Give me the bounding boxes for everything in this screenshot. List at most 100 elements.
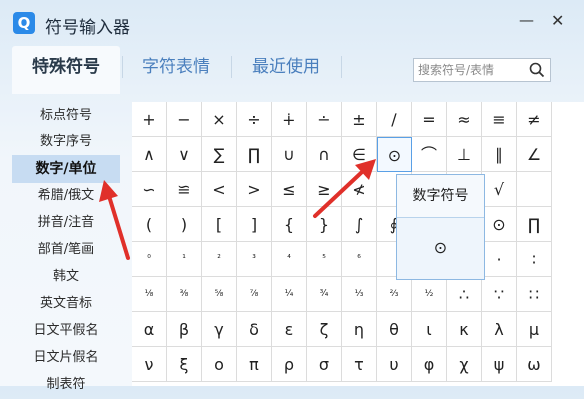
symbol-cell[interactable]: ≌	[167, 172, 202, 207]
symbol-cell[interactable]: [	[202, 207, 237, 242]
minimize-button[interactable]: —	[519, 10, 534, 30]
symbol-cell[interactable]: ≈	[447, 102, 482, 137]
sidebar-item-number-sequence[interactable]: 数字序号	[12, 128, 120, 156]
symbol-cell[interactable]: ν	[132, 347, 167, 382]
close-button[interactable]: ✕	[551, 11, 564, 31]
symbol-cell[interactable]: ∫	[342, 207, 377, 242]
symbol-cell[interactable]: +	[132, 102, 167, 137]
symbol-cell[interactable]: ⅝	[202, 277, 237, 312]
symbol-cell[interactable]: τ	[342, 347, 377, 382]
symbol-cell[interactable]: ∈	[342, 137, 377, 172]
symbol-cell[interactable]: (	[132, 207, 167, 242]
symbol-cell[interactable]	[517, 172, 552, 207]
search-icon[interactable]	[528, 60, 546, 80]
symbol-cell[interactable]: γ	[202, 312, 237, 347]
symbol-cell[interactable]: ∕	[377, 102, 412, 137]
sidebar-item-box-drawing[interactable]: 制表符	[12, 371, 120, 399]
sidebar-item-numbers-units[interactable]: 数字/单位	[12, 155, 120, 183]
symbol-cell[interactable]: ∥	[482, 137, 517, 172]
symbol-cell[interactable]: λ	[482, 312, 517, 347]
symbol-cell[interactable]: θ	[377, 312, 412, 347]
symbol-cell[interactable]: ⊙	[482, 207, 517, 242]
symbol-cell[interactable]: ∪	[272, 137, 307, 172]
symbol-cell[interactable]: −	[167, 102, 202, 137]
tab-character-emoticons[interactable]: 字符表情	[128, 46, 224, 94]
symbol-cell[interactable]: ∸	[307, 102, 342, 137]
symbol-cell[interactable]: ¾	[307, 277, 342, 312]
symbol-cell[interactable]: ·	[482, 242, 517, 277]
symbol-cell[interactable]: ⁴	[272, 242, 307, 277]
symbol-cell[interactable]: ι	[412, 312, 447, 347]
symbol-cell[interactable]: ≥	[307, 172, 342, 207]
symbol-cell[interactable]: }	[307, 207, 342, 242]
symbol-cell[interactable]: ∠	[517, 137, 552, 172]
symbol-cell[interactable]: ∽	[132, 172, 167, 207]
symbol-cell[interactable]: ²	[202, 242, 237, 277]
sidebar-item-radicals-strokes[interactable]: 部首/笔画	[12, 236, 120, 264]
symbol-cell[interactable]: υ	[377, 347, 412, 382]
symbol-cell[interactable]: μ	[517, 312, 552, 347]
symbol-cell[interactable]: ⊥	[447, 137, 482, 172]
symbol-cell[interactable]: ∏	[237, 137, 272, 172]
symbol-cell[interactable]: ∴	[447, 277, 482, 312]
symbol-cell[interactable]: ≤	[272, 172, 307, 207]
symbol-cell[interactable]: >	[237, 172, 272, 207]
symbol-cell[interactable]: ⁶	[342, 242, 377, 277]
symbol-cell[interactable]: ⁰	[132, 242, 167, 277]
symbol-cell[interactable]: ∨	[167, 137, 202, 172]
symbol-cell[interactable]: ζ	[307, 312, 342, 347]
symbol-cell[interactable]: ¼	[272, 277, 307, 312]
symbol-cell[interactable]: ∏	[517, 207, 552, 242]
symbol-cell[interactable]: =	[412, 102, 447, 137]
sidebar-item-hiragana[interactable]: 日文平假名	[12, 317, 120, 345]
symbol-cell[interactable]: ξ	[167, 347, 202, 382]
symbol-cell[interactable]: χ	[447, 347, 482, 382]
sidebar-item-korean[interactable]: 韩文	[12, 263, 120, 291]
symbol-cell[interactable]: ∔	[272, 102, 307, 137]
sidebar-item-greek-russian[interactable]: 希腊/俄文	[12, 182, 120, 210]
tab-recently-used[interactable]: 最近使用	[238, 46, 334, 94]
symbol-cell[interactable]: ≮	[342, 172, 377, 207]
symbol-cell[interactable]: ε	[272, 312, 307, 347]
symbol-cell[interactable]: ρ	[272, 347, 307, 382]
symbol-cell[interactable]: ±	[342, 102, 377, 137]
symbol-cell[interactable]: ∵	[482, 277, 517, 312]
symbol-cell[interactable]: ≠	[517, 102, 552, 137]
search-input[interactable]	[414, 59, 536, 81]
symbol-cell[interactable]: ¹	[167, 242, 202, 277]
symbol-cell[interactable]: )	[167, 207, 202, 242]
symbol-cell[interactable]: ο	[202, 347, 237, 382]
symbol-cell[interactable]: √	[482, 172, 517, 207]
symbol-cell[interactable]: ×	[202, 102, 237, 137]
symbol-cell[interactable]: ½	[412, 277, 447, 312]
symbol-cell[interactable]: κ	[447, 312, 482, 347]
symbol-cell[interactable]: α	[132, 312, 167, 347]
symbol-cell[interactable]: ]	[237, 207, 272, 242]
symbol-cell[interactable]: ψ	[482, 347, 517, 382]
symbol-cell[interactable]: ⁵	[307, 242, 342, 277]
symbol-cell[interactable]: ⅞	[237, 277, 272, 312]
tab-special-symbols[interactable]: 特殊符号	[12, 46, 120, 94]
symbol-cell[interactable]: ≡	[482, 102, 517, 137]
symbol-cell[interactable]: ⅜	[167, 277, 202, 312]
symbol-cell[interactable]: δ	[237, 312, 272, 347]
symbol-cell[interactable]: σ	[307, 347, 342, 382]
symbol-cell[interactable]: ∑	[202, 137, 237, 172]
symbol-cell[interactable]: ³	[237, 242, 272, 277]
symbol-cell[interactable]: ∷	[517, 277, 552, 312]
sidebar-item-pinyin-zhuyin[interactable]: 拼音/注音	[12, 209, 120, 237]
symbol-cell[interactable]: ∶	[517, 242, 552, 277]
sidebar-item-english-phonetics[interactable]: 英文音标	[12, 290, 120, 318]
symbol-cell[interactable]: β	[167, 312, 202, 347]
symbol-cell[interactable]: ⌒	[412, 137, 447, 172]
symbol-cell[interactable]: {	[272, 207, 307, 242]
symbol-cell[interactable]: ⅛	[132, 277, 167, 312]
symbol-cell[interactable]: ÷	[237, 102, 272, 137]
symbol-cell[interactable]: φ	[412, 347, 447, 382]
symbol-cell[interactable]: η	[342, 312, 377, 347]
symbol-cell[interactable]: ⅔	[377, 277, 412, 312]
symbol-cell[interactable]: ω	[517, 347, 552, 382]
symbol-cell[interactable]: ⊙	[377, 137, 412, 172]
symbol-cell[interactable]: ⅓	[342, 277, 377, 312]
sidebar-item-punctuation[interactable]: 标点符号	[12, 102, 120, 130]
